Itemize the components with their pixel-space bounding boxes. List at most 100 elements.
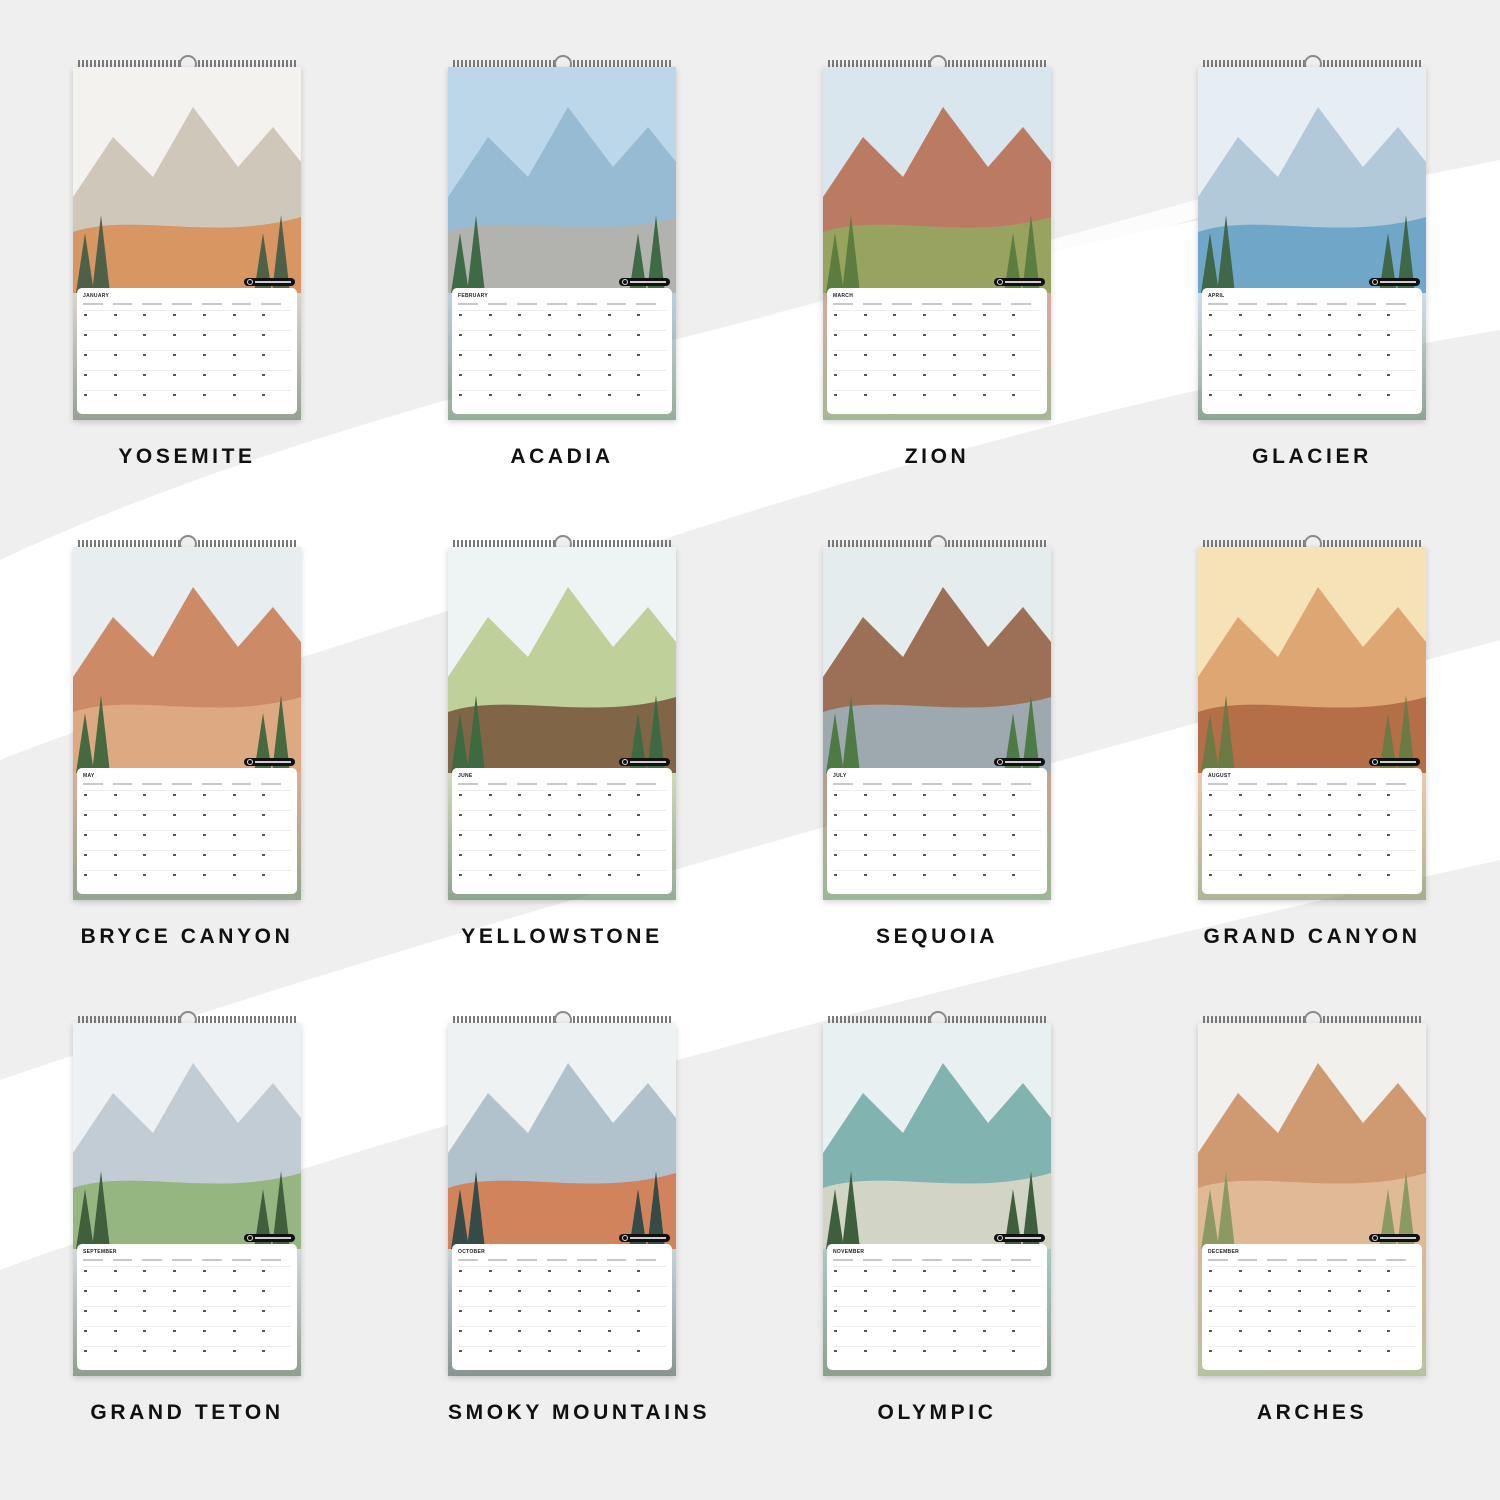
- date-cell: [261, 830, 291, 850]
- calendar-page: JANUARY: [73, 67, 301, 420]
- weekday-label: [892, 1259, 913, 1261]
- date-cell: [172, 390, 202, 410]
- date-cell: [1208, 350, 1238, 370]
- wall-calendar-mockup[interactable]: JULY: [823, 535, 1051, 900]
- date-cell: [83, 350, 113, 370]
- date-cell: [862, 790, 893, 810]
- weekday-label: [862, 303, 883, 305]
- date-cell: [892, 1326, 923, 1346]
- location-icon: [997, 1235, 1003, 1241]
- date-cell: [981, 350, 1012, 370]
- date-cell: [487, 350, 518, 370]
- date-cell: [172, 790, 202, 810]
- date-cell: [261, 850, 291, 870]
- date-cell: [517, 350, 548, 370]
- wall-calendar-mockup[interactable]: SEPTEMBER: [73, 1011, 301, 1376]
- date-cell: [922, 1346, 952, 1366]
- wall-calendar-mockup[interactable]: JANUARY: [73, 55, 301, 420]
- date-cell: [636, 370, 666, 390]
- weekday-label: [892, 303, 913, 305]
- wall-calendar-mockup[interactable]: FEBRUARY: [448, 55, 676, 420]
- wall-calendar-mockup[interactable]: DECEMBER: [1198, 1011, 1426, 1376]
- park-caption-pill: [619, 758, 670, 766]
- weekday-label: [636, 1259, 656, 1261]
- date-cell: [951, 830, 982, 850]
- date-cell: [606, 850, 637, 870]
- date-cell: [231, 330, 262, 350]
- date-cell: [517, 870, 548, 890]
- date-cell: [892, 850, 923, 870]
- date-cell: [833, 870, 863, 890]
- weekday-label: [231, 783, 252, 785]
- date-cell: [922, 1306, 952, 1326]
- park-caption-pill: [244, 278, 295, 286]
- wall-calendar-mockup[interactable]: JUNE: [448, 535, 676, 900]
- date-grid: [458, 310, 666, 410]
- date-cell: [142, 370, 173, 390]
- date-cell: [201, 870, 232, 890]
- date-cell: [922, 1266, 952, 1286]
- date-cell: [83, 1266, 113, 1286]
- date-cell: [1208, 1306, 1238, 1326]
- wall-calendar-mockup[interactable]: MARCH: [823, 55, 1051, 420]
- date-cell: [1297, 870, 1327, 890]
- date-cell: [636, 870, 666, 890]
- wall-calendar-mockup[interactable]: NOVEMBER: [823, 1011, 1051, 1376]
- wall-calendar-mockup[interactable]: OCTOBER: [448, 1011, 676, 1376]
- calendar-page: MARCH: [823, 67, 1051, 420]
- date-cell: [892, 350, 923, 370]
- caption-text-placeholder: [1005, 1237, 1041, 1239]
- date-cell: [1297, 830, 1327, 850]
- date-cell: [1356, 830, 1387, 850]
- date-cell: [981, 310, 1012, 330]
- date-cell: [606, 1286, 637, 1306]
- date-cell: [981, 330, 1012, 350]
- weekday-label: [1208, 1259, 1228, 1261]
- date-cell: [1267, 830, 1298, 850]
- weekday-label: [951, 303, 972, 305]
- date-cell: [1237, 810, 1268, 830]
- wall-calendar-mockup[interactable]: AUGUST: [1198, 535, 1426, 900]
- date-cell: [862, 810, 893, 830]
- date-cell: [606, 790, 637, 810]
- date-cell: [1326, 1326, 1357, 1346]
- weekday-label: [1208, 783, 1228, 785]
- date-cell: [201, 1346, 232, 1366]
- date-cell: [576, 1326, 607, 1346]
- date-cell: [487, 1326, 518, 1346]
- date-cell: [981, 1306, 1012, 1326]
- month-label: APRIL: [1208, 293, 1225, 299]
- weekday-label: [112, 783, 133, 785]
- date-cell: [547, 1306, 577, 1326]
- date-cell: [1267, 790, 1298, 810]
- date-cell: [1356, 790, 1387, 810]
- weekday-label: [261, 303, 281, 305]
- caption-text-placeholder: [255, 1237, 291, 1239]
- weekday-label: [922, 1259, 942, 1261]
- date-cell: [231, 1306, 262, 1326]
- location-icon: [622, 759, 628, 765]
- date-cell: [83, 830, 113, 850]
- wall-calendar-mockup[interactable]: APRIL: [1198, 55, 1426, 420]
- date-cell: [458, 790, 488, 810]
- date-cell: [261, 1286, 291, 1306]
- date-cell: [922, 870, 952, 890]
- date-cell: [83, 790, 113, 810]
- date-cell: [636, 1306, 666, 1326]
- weekday-label: [1297, 1259, 1317, 1261]
- weekday-label: [922, 783, 942, 785]
- date-cell: [547, 830, 577, 850]
- weekday-label: [892, 783, 913, 785]
- date-cell: [981, 830, 1012, 850]
- date-cell: [1386, 310, 1416, 330]
- month-grid-card: DECEMBER: [1202, 1244, 1422, 1370]
- date-cell: [606, 370, 637, 390]
- weekday-header: [458, 301, 666, 308]
- date-cell: [1208, 330, 1238, 350]
- location-icon: [1372, 759, 1378, 765]
- wall-calendar-mockup[interactable]: MAY: [73, 535, 301, 900]
- weekday-label: [636, 783, 656, 785]
- date-cell: [1356, 1326, 1387, 1346]
- date-cell: [83, 810, 113, 830]
- park-caption-pill: [619, 278, 670, 286]
